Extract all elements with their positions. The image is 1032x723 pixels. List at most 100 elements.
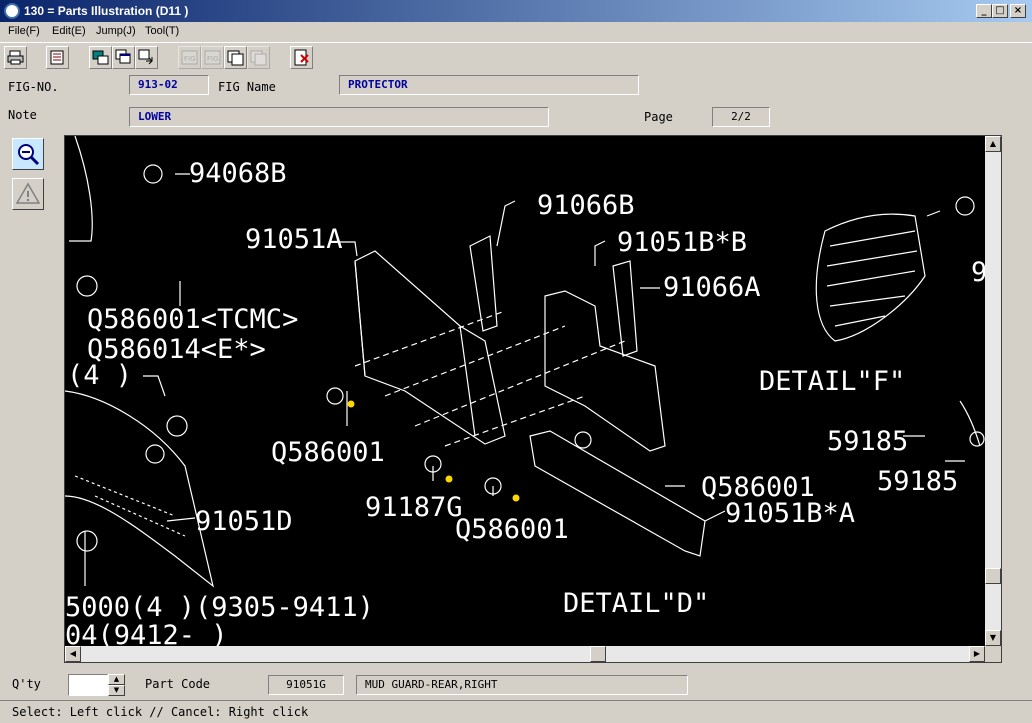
clip-lower-left	[76, 530, 98, 552]
ref-91051d[interactable]: 91051D	[195, 506, 293, 537]
highlight-dot	[445, 475, 453, 483]
next-page-button[interactable]	[247, 46, 270, 69]
window-title: 130 = Parts Illustration (D11 )	[24, 4, 189, 18]
page-label: Page	[644, 110, 673, 124]
highlight-dot	[347, 400, 355, 408]
print-button[interactable]	[4, 46, 27, 69]
highlight-dot	[512, 494, 520, 502]
ref-91051bb[interactable]: 91051B*B	[617, 227, 747, 258]
note-field[interactable]: LOWER	[129, 107, 549, 127]
next-fig-button[interactable]: FIG	[201, 46, 224, 69]
menu-file[interactable]: File(F)	[8, 25, 40, 37]
fig-no-label: FIG-NO.	[8, 80, 59, 94]
detail-f-label: DETAIL"F"	[759, 366, 905, 397]
qty-label: Q'ty	[12, 677, 41, 691]
ref-q586001-b[interactable]: Q586001	[455, 514, 569, 545]
ref-59185-b[interactable]: 59185	[877, 466, 958, 497]
bracket-shape	[69, 136, 93, 242]
horizontal-scrollbar[interactable]: ◀ ▶	[65, 646, 985, 662]
parts-list-button[interactable]	[46, 46, 69, 69]
magnifier-icon	[18, 144, 40, 166]
part-name-field[interactable]: MUD GUARD-REAR,RIGHT	[356, 675, 688, 695]
warning-icon	[15, 182, 41, 204]
warning-button[interactable]	[12, 178, 44, 210]
fig-no-field[interactable]: 913-02	[129, 75, 209, 95]
ref-94068b[interactable]: 94068B	[189, 158, 287, 189]
ref-91187g[interactable]: 91187G	[365, 492, 463, 523]
clip-94068b	[143, 164, 163, 184]
mud-guard-shape	[65, 390, 214, 588]
minimize-button[interactable]: _	[976, 4, 992, 18]
scroll-corner	[985, 646, 1001, 662]
ref-91051a[interactable]: 91051A	[245, 224, 343, 255]
maximize-button[interactable]: □	[992, 4, 1008, 18]
plate-91066a	[612, 260, 638, 357]
clip-top-right	[955, 196, 975, 216]
nut-left	[145, 444, 165, 464]
fig-copy-button[interactable]	[112, 46, 135, 69]
ref-91066b[interactable]: 91066B	[537, 190, 635, 221]
ref-91066a[interactable]: 91066A	[663, 272, 761, 303]
bracket-91051bb	[544, 290, 666, 452]
ref-91051ba[interactable]: 91051B*A	[725, 498, 855, 529]
document-list-icon	[50, 50, 64, 65]
screw-q586001-a	[326, 387, 344, 405]
ref-5000-range: 5000(4 )(9305-9411)	[65, 592, 374, 623]
plate-91066b	[469, 235, 498, 332]
ref-q586001-tcmc[interactable]: Q586001<TCMC>	[87, 304, 298, 335]
status-text: Select: Left click // Cancel: Right clic…	[12, 705, 309, 719]
zoom-button[interactable]	[12, 138, 44, 170]
page-prev-icon	[227, 50, 244, 66]
guard-edge-line	[74, 475, 186, 537]
fig-name-field[interactable]: PROTECTOR	[339, 75, 639, 95]
vertical-scroll-thumb[interactable]	[985, 568, 1001, 584]
status-bar: Select: Left click // Cancel: Right clic…	[0, 700, 1032, 723]
parts-diagram[interactable]: 94068B 91066B 91051A 91051B*B 91066A Q58…	[65, 136, 985, 646]
scroll-left-arrow[interactable]: ◀	[65, 646, 81, 662]
note-label: Note	[8, 108, 37, 122]
ref-59185-a[interactable]: 59185	[827, 426, 908, 457]
toolbar: FIG FIG	[0, 42, 1032, 72]
scroll-down-arrow[interactable]: ▼	[985, 630, 1001, 646]
qty-spin-up[interactable]: ▲	[108, 674, 125, 685]
part-code-label: Part Code	[145, 677, 211, 691]
exit-button[interactable]	[290, 46, 313, 69]
ref-q586001-a[interactable]: Q586001	[271, 437, 385, 468]
qty-input[interactable]	[68, 674, 108, 696]
fig-prev-icon: FIG	[181, 50, 198, 65]
vertical-scrollbar[interactable]: ▲ ▼	[985, 136, 1001, 646]
menu-jump[interactable]: Jump(J)	[96, 25, 136, 37]
screw-q586001-c	[574, 431, 592, 449]
title-bar: 130 = Parts Illustration (D11 ) _ □ ×	[0, 0, 1032, 22]
illustration-canvas[interactable]: 94068B 91066B 91051A 91051B*B 91066A Q58…	[64, 135, 1002, 663]
printer-icon	[7, 50, 24, 65]
scroll-up-arrow[interactable]: ▲	[985, 136, 1001, 152]
prev-fig-button[interactable]: FIG	[178, 46, 201, 69]
exit-icon	[294, 49, 309, 66]
monitor-icon	[92, 50, 109, 65]
scroll-right-arrow[interactable]: ▶	[969, 646, 985, 662]
svg-text:FIG: FIG	[207, 55, 219, 63]
clip-59185	[969, 431, 985, 447]
bracket-91051a	[354, 250, 506, 445]
fig-name-label: FIG Name	[218, 80, 276, 94]
prev-page-button[interactable]	[224, 46, 247, 69]
close-button[interactable]: ×	[1010, 4, 1026, 18]
jump-icon	[138, 49, 153, 65]
fig-jump-button[interactable]	[135, 46, 158, 69]
menu-tool[interactable]: Tool(T)	[145, 25, 179, 37]
menu-bar: File(F) Edit(E) Jump(J) Tool(T)	[0, 22, 1032, 42]
windows-icon	[115, 49, 131, 64]
part-code-field[interactable]: 91051G	[268, 675, 344, 695]
horizontal-scroll-thumb[interactable]	[590, 646, 606, 662]
detail-d-label: DETAIL"D"	[563, 588, 709, 619]
ref-qty-4: (4 )	[67, 360, 132, 391]
bracket-91051a-edge	[354, 260, 476, 437]
fig-search-button[interactable]	[89, 46, 112, 69]
menu-edit[interactable]: Edit(E)	[52, 25, 86, 37]
fig-next-icon: FIG	[204, 50, 221, 65]
assembly-lines	[354, 310, 626, 447]
page-next-icon	[250, 50, 267, 66]
app-icon[interactable]	[4, 3, 20, 19]
qty-spin-down[interactable]: ▼	[108, 685, 125, 696]
